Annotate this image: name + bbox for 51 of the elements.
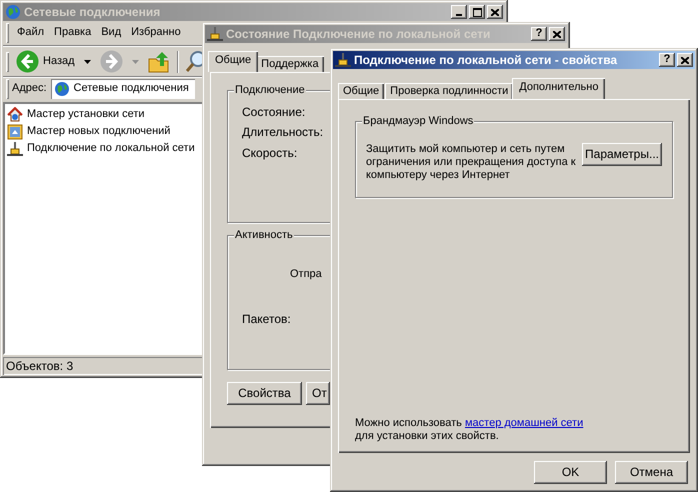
minimize-button[interactable] xyxy=(451,5,467,19)
field-label: Пакетов: xyxy=(242,312,291,326)
up-folder-icon[interactable] xyxy=(148,50,170,72)
close-icon xyxy=(681,56,689,64)
description-text: Защитить мой компьютер и сеть путем ограничения или прекращения доступа к компьютеру через Интернет xyxy=(366,143,576,182)
globe-icon xyxy=(54,81,70,97)
globe-icon xyxy=(5,4,21,20)
field-label: Длительность: xyxy=(242,125,324,140)
network-icon xyxy=(7,140,23,156)
minimize-icon xyxy=(456,14,462,16)
dialog-button[interactable]: OK xyxy=(534,461,607,484)
menu-item[interactable]: Избранно xyxy=(126,26,186,40)
close-button[interactable] xyxy=(487,5,503,19)
list-item[interactable]: Подключение по локальной сети xyxy=(7,140,199,157)
dialog-button[interactable]: Отмена xyxy=(615,461,688,484)
field-label: Состояние: xyxy=(242,105,306,120)
help-button[interactable]: ? xyxy=(531,27,547,41)
wizard-link[interactable]: мастер домашней сети xyxy=(464,417,584,429)
address-label: Адрес: xyxy=(12,82,47,96)
dialog-button[interactable]: Свойства xyxy=(227,382,302,405)
close-button[interactable] xyxy=(549,27,565,41)
close-icon xyxy=(553,30,561,38)
window-title: Подключение по локальной сети - свойства xyxy=(354,52,618,68)
network-icon xyxy=(207,26,223,42)
wizard-icon xyxy=(7,124,23,140)
help-button[interactable]: ? xyxy=(659,53,675,67)
window-title: Сетевые подключения xyxy=(24,4,162,20)
back-label: Назад xyxy=(43,54,75,68)
list-item[interactable]: Мастер новых подключений xyxy=(7,123,199,140)
maximize-button[interactable] xyxy=(469,5,485,19)
menu-item[interactable]: Файл xyxy=(12,26,50,40)
house-icon xyxy=(7,106,23,122)
back-button[interactable]: Назад xyxy=(16,50,75,73)
settings-button[interactable]: Параметры... xyxy=(582,143,662,166)
address-field[interactable]: Сетевые подключения xyxy=(50,79,195,99)
column-label: Отпра xyxy=(290,268,322,282)
field-label: Скорость: xyxy=(242,146,298,160)
network-icon xyxy=(335,52,351,68)
tab[interactable]: Дополнительно xyxy=(512,78,606,99)
dialog-button[interactable]: От xyxy=(306,382,330,405)
tab[interactable]: Общие xyxy=(208,50,258,72)
close-button[interactable] xyxy=(677,53,693,67)
menu-item[interactable]: Вид xyxy=(96,26,126,40)
list-item[interactable]: Мастер установки сети xyxy=(7,106,199,123)
group-label: Брандмауэр Windows xyxy=(362,115,474,128)
note-text: Можно использовать мастер домашней сети для установки этих свойств. xyxy=(355,417,584,443)
dropdown-caret-icon[interactable] xyxy=(84,60,91,64)
maximize-icon xyxy=(472,8,482,16)
group-label: Подключение xyxy=(234,84,306,98)
close-icon xyxy=(491,8,499,16)
menu-item[interactable]: Правка xyxy=(49,26,96,40)
